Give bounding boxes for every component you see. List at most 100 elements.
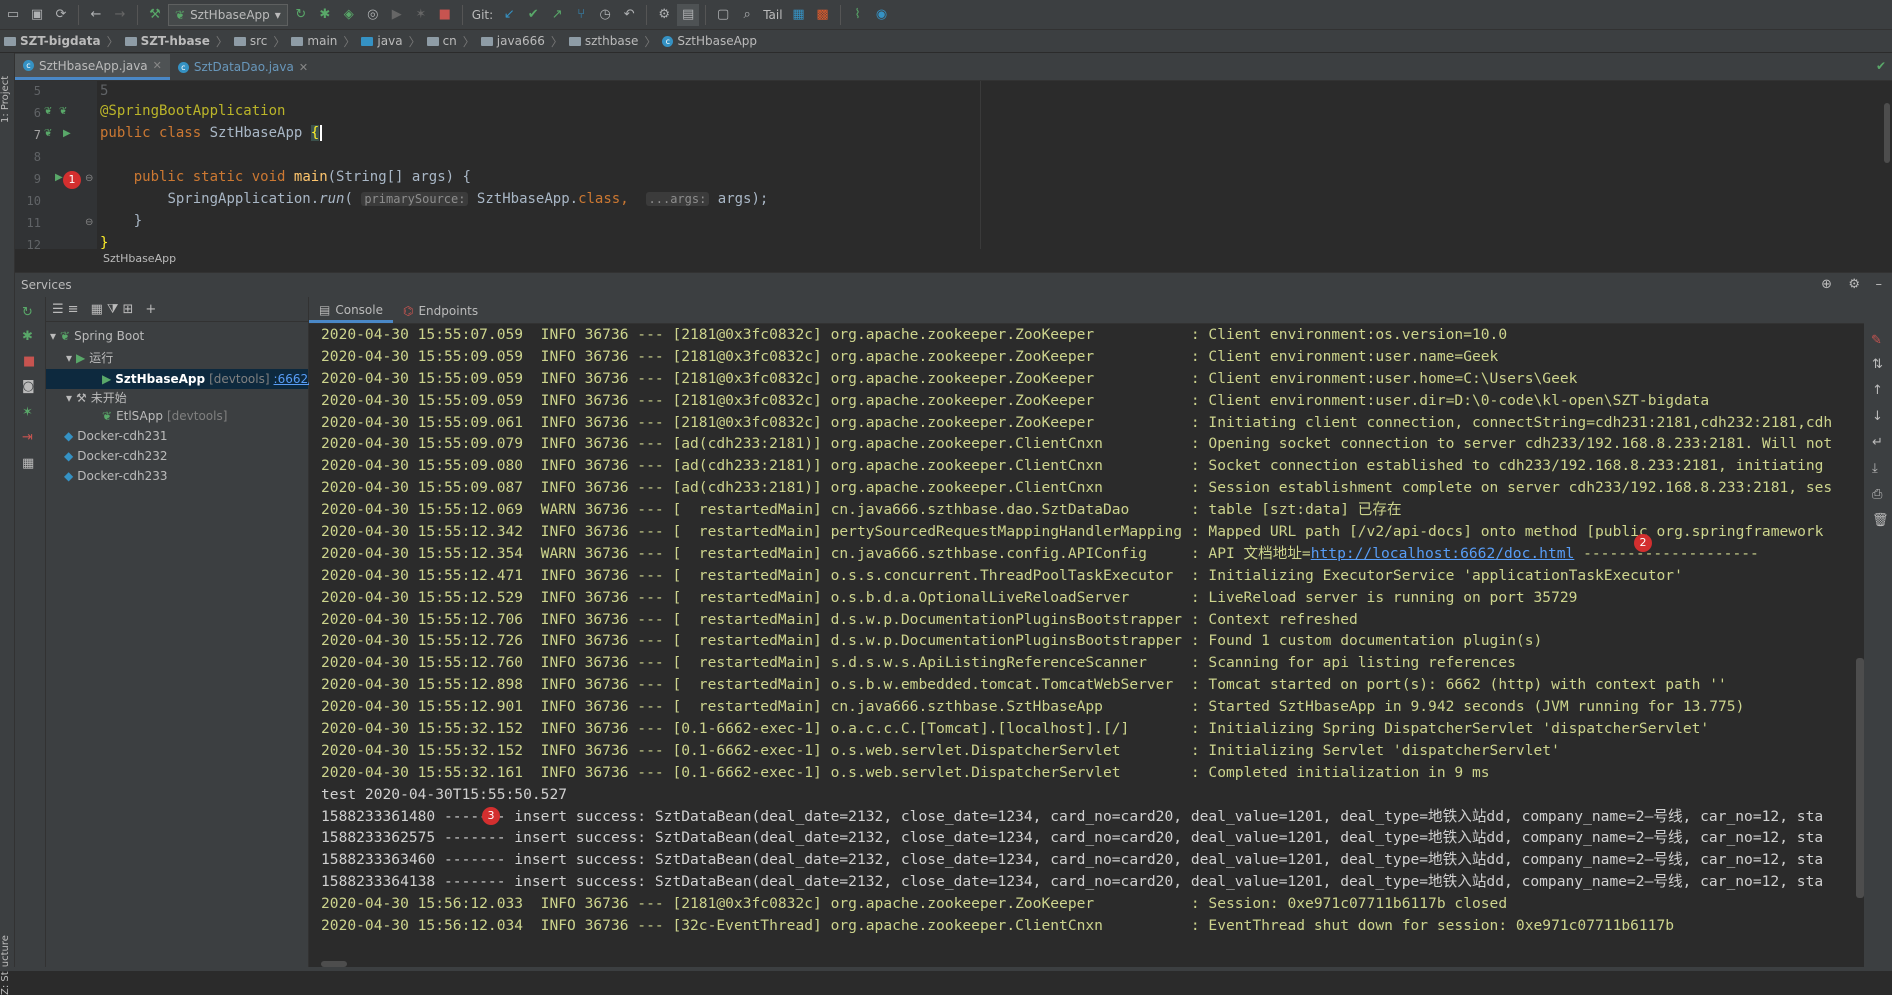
check-circle-icon[interactable]: ◉ [871, 4, 893, 26]
stop-icon[interactable]: ■ [23, 354, 35, 369]
docker-whale-icon: ◆ [64, 429, 74, 443]
search-icon[interactable]: ⌕ [736, 4, 758, 26]
sort-icon[interactable]: ⇅ [1872, 357, 1883, 372]
layout-icon[interactable]: ▦ [22, 456, 34, 471]
structure-tool-tab[interactable]: Z: Structure [0, 915, 14, 995]
run-gutter-icon[interactable]: ▶ [63, 128, 71, 139]
breadcrumb: SZT-bigdata 〉 SZT-hbase 〉 src 〉 main 〉 java 〉… [0, 30, 1892, 53]
translate-icon[interactable]: ▦ [788, 4, 810, 26]
tree-node-docker[interactable]: ◆ Docker-cdh233 [64, 469, 168, 483]
tab-sztdatadao[interactable]: c SztDataDao.java ✕ [170, 54, 316, 80]
console-scrollbar[interactable] [1856, 323, 1864, 953]
gear-icon[interactable]: ⚙ [1848, 277, 1860, 292]
open-folder-icon[interactable]: ▭ [2, 4, 24, 26]
tab-szthbaseapp[interactable]: c SztHbaseApp.java ✕ [15, 54, 170, 80]
tree-node-not-started[interactable]: ▾ ⚒ 未开始 [66, 389, 127, 406]
monitor-icon[interactable]: ⌇ [847, 4, 869, 26]
trash-icon[interactable]: 🗑 [1872, 513, 1889, 528]
git-update-icon[interactable]: ↙ [498, 4, 520, 26]
breadcrumb-item[interactable]: c SztHbaseApp [662, 34, 757, 48]
tree-node-docker[interactable]: ◆ Docker-cdh232 [64, 449, 168, 463]
breadcrumb-item[interactable]: java [361, 34, 403, 48]
target-icon[interactable]: ⊕ [1821, 277, 1832, 292]
add-icon[interactable]: + [145, 302, 156, 317]
exit-icon[interactable]: ⇥ [22, 430, 33, 445]
build-hammer-icon[interactable]: ⚒ [144, 4, 166, 26]
spring-bean-icon[interactable]: ❦ [44, 128, 52, 139]
class-icon: c [23, 60, 34, 71]
collapse-all-icon[interactable]: ≡ [68, 302, 79, 317]
tree-node-docker[interactable]: ◆ Docker-cdh231 [64, 429, 168, 443]
new-tab-icon[interactable]: ⊞ [122, 302, 133, 317]
forward-arrow-icon[interactable]: → [109, 4, 131, 26]
clear-pen-icon[interactable]: ✎ [1871, 333, 1882, 348]
project-tool-tab[interactable]: 1: Project [0, 63, 14, 123]
tree-node-szthbaseapp[interactable]: ▶ SztHbaseApp [devtools]:6662/ [46, 369, 312, 389]
scroll-end-icon[interactable]: ⤓ [1872, 461, 1878, 476]
print-icon[interactable]: ⎙ [1872, 487, 1882, 502]
filter-icon[interactable]: ⧩ [107, 302, 119, 317]
rerun-icon[interactable]: ↻ [22, 305, 33, 320]
breadcrumb-item[interactable]: cn [426, 34, 457, 48]
git-rollback-icon[interactable]: ↶ [618, 4, 640, 26]
tree-node-running[interactable]: ▾ ▶ 运行 [66, 349, 113, 366]
close-icon[interactable]: ✕ [299, 61, 308, 74]
breadcrumb-item[interactable]: szthbase [568, 34, 638, 48]
back-arrow-icon[interactable]: ← [85, 4, 107, 26]
console-output[interactable]: 2020-04-30 15:55:07.059 INFO 36736 --- [… [321, 324, 1852, 953]
breadcrumb-item[interactable]: SZT-hbase [124, 34, 210, 48]
run-icon[interactable]: ▶ [386, 4, 408, 26]
tail-button[interactable]: Tail [760, 8, 785, 22]
debug-bug-icon[interactable]: ✱ [314, 4, 336, 26]
terminal-icon[interactable]: ▢ [712, 4, 734, 26]
git-branch-icon[interactable]: ⑂ [570, 4, 592, 26]
line-number: 10 [26, 194, 41, 208]
coverage-icon[interactable]: ◈ [338, 4, 360, 26]
spring-bean-icon[interactable]: ❦ [44, 106, 52, 117]
scrollbar-thumb[interactable] [1856, 658, 1864, 898]
project-structure-icon[interactable]: ▤ [677, 3, 700, 26]
debug-attach-icon[interactable]: ✶ [22, 405, 33, 420]
git-commit-icon[interactable]: ✔ [522, 4, 544, 26]
office-icon[interactable]: ▩ [812, 4, 834, 26]
fold-icon[interactable]: ⊖ [85, 217, 93, 228]
editor-scrollbar[interactable] [1884, 103, 1890, 163]
camera-icon[interactable]: ◙ [22, 379, 35, 394]
rerun-icon[interactable]: ↻ [290, 4, 312, 26]
sync-icon[interactable]: ⟳ [50, 4, 72, 26]
fold-icon[interactable]: ⊖ [85, 173, 93, 184]
log-line: 2020-04-30 15:55:09.061 INFO 36736 --- [… [321, 412, 1852, 434]
profile-icon[interactable]: ◎ [362, 4, 384, 26]
breadcrumb-item[interactable]: java666 [480, 34, 545, 48]
doc-link[interactable]: http://localhost:6662/doc.html [1311, 545, 1575, 562]
tab-endpoints[interactable]: ⌬ Endpoints [393, 299, 488, 323]
save-all-icon[interactable]: ▣ [26, 4, 48, 26]
down-arrow-icon[interactable]: ↓ [1872, 409, 1883, 424]
up-arrow-icon[interactable]: ↑ [1872, 383, 1883, 398]
git-history-icon[interactable]: ◷ [594, 4, 616, 26]
code-editor[interactable]: 5 6 7 8 9 10 11 12 ❦ ❦ ❦ ▶ ▶ ⊖ ⊖ 5 @Spri… [15, 81, 1892, 249]
minimize-icon[interactable]: – [1876, 277, 1883, 292]
footer-class-label[interactable]: SztHbaseApp [103, 252, 176, 265]
stop-icon[interactable]: ■ [434, 4, 456, 26]
git-push-icon[interactable]: ↗ [546, 4, 568, 26]
tree-node-etlsapp[interactable]: ❦ EtlSApp [devtools] [102, 409, 227, 423]
group-icon[interactable]: ▦ [91, 302, 103, 317]
log-text: 2020-04-30 15:55:09.059 INFO 36736 --- [… [321, 347, 1499, 365]
run-gutter-icon[interactable]: ▶ [55, 172, 63, 183]
breadcrumb-item[interactable]: SZT-bigdata [4, 34, 101, 48]
tree-node-label: Docker-cdh233 [77, 469, 168, 483]
run-config-select[interactable]: ❦ SztHbaseApp ▾ [168, 3, 288, 26]
tab-console[interactable]: ▤ Console [309, 299, 393, 323]
expand-all-icon[interactable]: ☰ [52, 302, 64, 317]
breadcrumb-item[interactable]: main [291, 34, 337, 48]
breadcrumb-item[interactable]: src [233, 34, 267, 48]
port-link[interactable]: :6662/ [274, 372, 313, 386]
settings-wrench-icon[interactable]: ⚙ [653, 4, 675, 26]
tree-node-spring-boot[interactable]: ▾ ❦ Spring Boot [50, 329, 144, 343]
soft-wrap-icon[interactable]: ↵ [1872, 435, 1883, 450]
attach-debugger-icon[interactable]: ✶ [410, 4, 432, 26]
debug-bug-icon[interactable]: ✱ [22, 329, 33, 344]
close-icon[interactable]: ✕ [153, 59, 162, 72]
spring-leaf-icon[interactable]: ❦ [59, 106, 67, 117]
